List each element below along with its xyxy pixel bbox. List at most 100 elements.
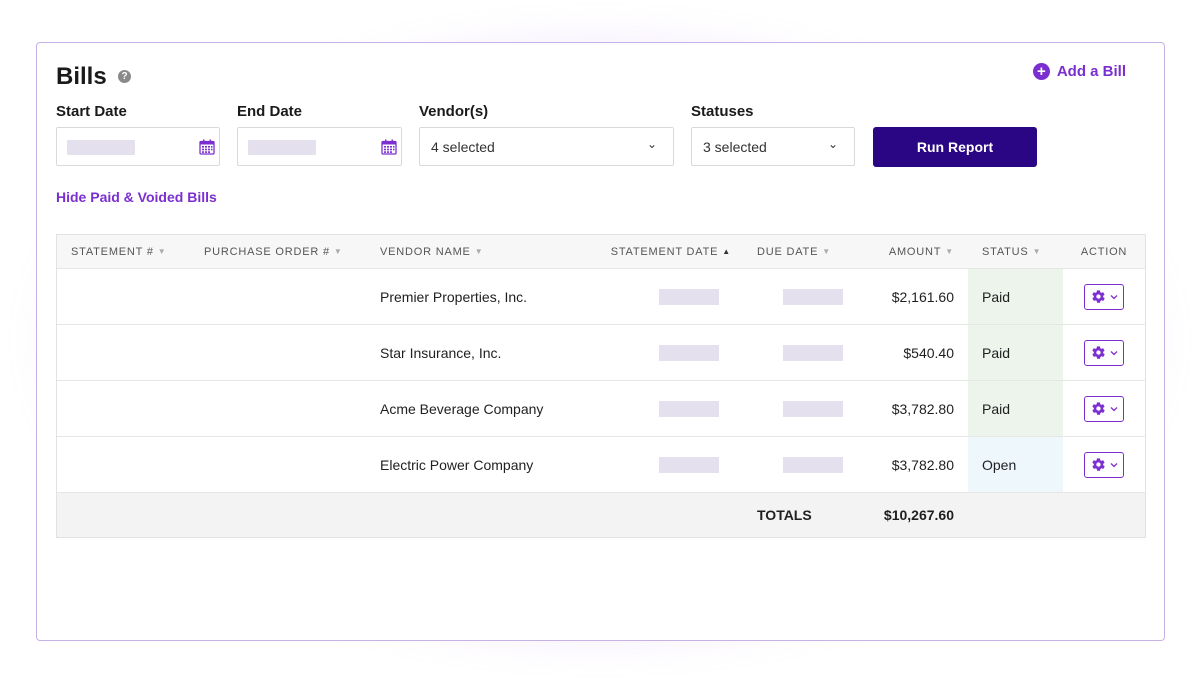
help-icon[interactable]: ? (118, 70, 131, 83)
statement-date-cell (598, 325, 743, 380)
header-status[interactable]: STATUS ▼ (968, 235, 1063, 268)
gear-icon (1091, 458, 1105, 471)
statement-date-value (659, 344, 719, 361)
header-purchase-order[interactable]: PURCHASE ORDER # ▼ (190, 235, 366, 268)
header-statement-date[interactable]: STATEMENT DATE ▲ (598, 235, 743, 268)
header-action: ACTION (1080, 245, 1128, 258)
end-date-label: End Date (237, 103, 303, 120)
sort-down-icon: ▼ (1032, 247, 1042, 256)
status-cell: Paid (968, 381, 1063, 436)
vendor-name-cell: Acme Beverage Company (380, 400, 544, 417)
action-cell (1063, 269, 1145, 324)
statement-date-cell (598, 381, 743, 436)
sort-down-icon: ▼ (822, 247, 831, 256)
statement-cell (57, 437, 190, 492)
statement-date-cell (598, 269, 743, 324)
vendors-select-value: 4 selected (431, 139, 495, 155)
add-bill-button[interactable]: + Add a Bill (1032, 63, 1126, 80)
page-title: Bills (56, 63, 107, 90)
header-due-date[interactable]: DUE DATE ▼ (743, 235, 851, 268)
status-cell: Paid (968, 269, 1063, 324)
totals-row: TOTALS $10,267.60 (57, 492, 1145, 537)
run-report-button[interactable]: Run Report (873, 127, 1037, 167)
sort-down-icon: ▼ (157, 247, 167, 256)
amount-cell: $3,782.80 (891, 400, 954, 417)
amount-cell: $540.40 (903, 344, 954, 361)
vendor-name-cell: Star Insurance, Inc. (380, 344, 502, 361)
end-date-input[interactable] (237, 127, 402, 166)
table-row: Premier Properties, Inc. $2,161.60 Paid (57, 268, 1145, 324)
statement-cell (57, 269, 190, 324)
action-cell (1063, 325, 1145, 380)
vendor-name-cell: Premier Properties, Inc. (380, 288, 528, 305)
start-date-label: Start Date (56, 103, 127, 120)
start-date-value (67, 140, 135, 155)
sort-down-icon: ▼ (333, 247, 343, 256)
statement-cell (57, 325, 190, 380)
statement-cell (57, 381, 190, 436)
action-cell (1063, 381, 1145, 436)
sort-down-icon: ▼ (474, 247, 484, 256)
due-date-cell (743, 325, 851, 380)
gear-icon (1091, 290, 1105, 303)
gear-icon (1091, 346, 1105, 359)
hide-paid-voided-link[interactable]: Hide Paid & Voided Bills (56, 189, 217, 205)
sort-up-icon: ▲ (722, 247, 731, 256)
sort-down-icon: ▼ (945, 247, 954, 256)
amount-cell: $3,782.80 (891, 456, 954, 473)
row-action-button[interactable] (1084, 395, 1124, 422)
row-action-button[interactable] (1084, 451, 1124, 478)
status-cell: Open (968, 437, 1063, 492)
purchase-order-cell (190, 381, 366, 436)
purchase-order-cell (190, 269, 366, 324)
vendors-label: Vendor(s) (419, 103, 489, 120)
header-amount[interactable]: AMOUNT ▼ (851, 235, 968, 268)
row-action-button[interactable] (1084, 339, 1124, 366)
table-row: Electric Power Company $3,782.80 Open (57, 436, 1145, 492)
add-bill-label: Add a Bill (1056, 63, 1126, 80)
statuses-select-value: 3 selected (703, 139, 767, 155)
plus-circle-icon: + (1032, 63, 1050, 80)
end-date-value (248, 140, 316, 155)
vendor-name-cell: Electric Power Company (380, 456, 534, 473)
table-row: Acme Beverage Company $3,782.80 Paid (57, 380, 1145, 436)
statuses-label: Statuses (691, 103, 754, 120)
due-date-value (783, 456, 843, 473)
totals-amount: $10,267.60 (883, 507, 954, 523)
statement-date-cell (598, 437, 743, 492)
due-date-value (783, 400, 843, 417)
row-action-button[interactable] (1084, 283, 1124, 310)
vendors-select[interactable]: 4 selected ⌄ (419, 127, 674, 166)
chevron-down-icon (1110, 462, 1117, 467)
chevron-down-icon: ⌄ (827, 137, 838, 151)
calendar-icon[interactable] (199, 139, 215, 155)
chevron-down-icon (1110, 294, 1117, 299)
amount-cell: $2,161.60 (891, 288, 954, 305)
statement-date-value (659, 456, 719, 473)
gear-icon (1091, 402, 1105, 415)
header-vendor-name[interactable]: VENDOR NAME ▼ (366, 235, 598, 268)
chevron-down-icon (1110, 350, 1117, 355)
due-date-cell (743, 381, 851, 436)
bills-table: STATEMENT # ▼ PURCHASE ORDER # ▼ VENDOR NA… (56, 234, 1146, 538)
due-date-value (783, 344, 843, 361)
start-date-input[interactable] (56, 127, 220, 166)
chevron-down-icon (1110, 406, 1117, 411)
due-date-cell (743, 437, 851, 492)
statement-date-value (659, 288, 719, 305)
header-statement[interactable]: STATEMENT # ▼ (57, 235, 190, 268)
due-date-cell (743, 269, 851, 324)
purchase-order-cell (190, 437, 366, 492)
totals-label: TOTALS (757, 507, 812, 523)
statement-date-value (659, 400, 719, 417)
action-cell (1063, 437, 1145, 492)
due-date-value (783, 288, 843, 305)
table-row: Star Insurance, Inc. $540.40 Paid (57, 324, 1145, 380)
statuses-select[interactable]: 3 selected ⌄ (691, 127, 855, 166)
table-header-row: STATEMENT # ▼ PURCHASE ORDER # ▼ VENDOR NA… (57, 235, 1145, 268)
status-cell: Paid (968, 325, 1063, 380)
purchase-order-cell (190, 325, 366, 380)
calendar-icon[interactable] (381, 139, 397, 155)
bills-panel: Bills ? + Add a Bill Start Date End Date… (36, 42, 1165, 641)
chevron-down-icon: ⌄ (646, 137, 657, 151)
